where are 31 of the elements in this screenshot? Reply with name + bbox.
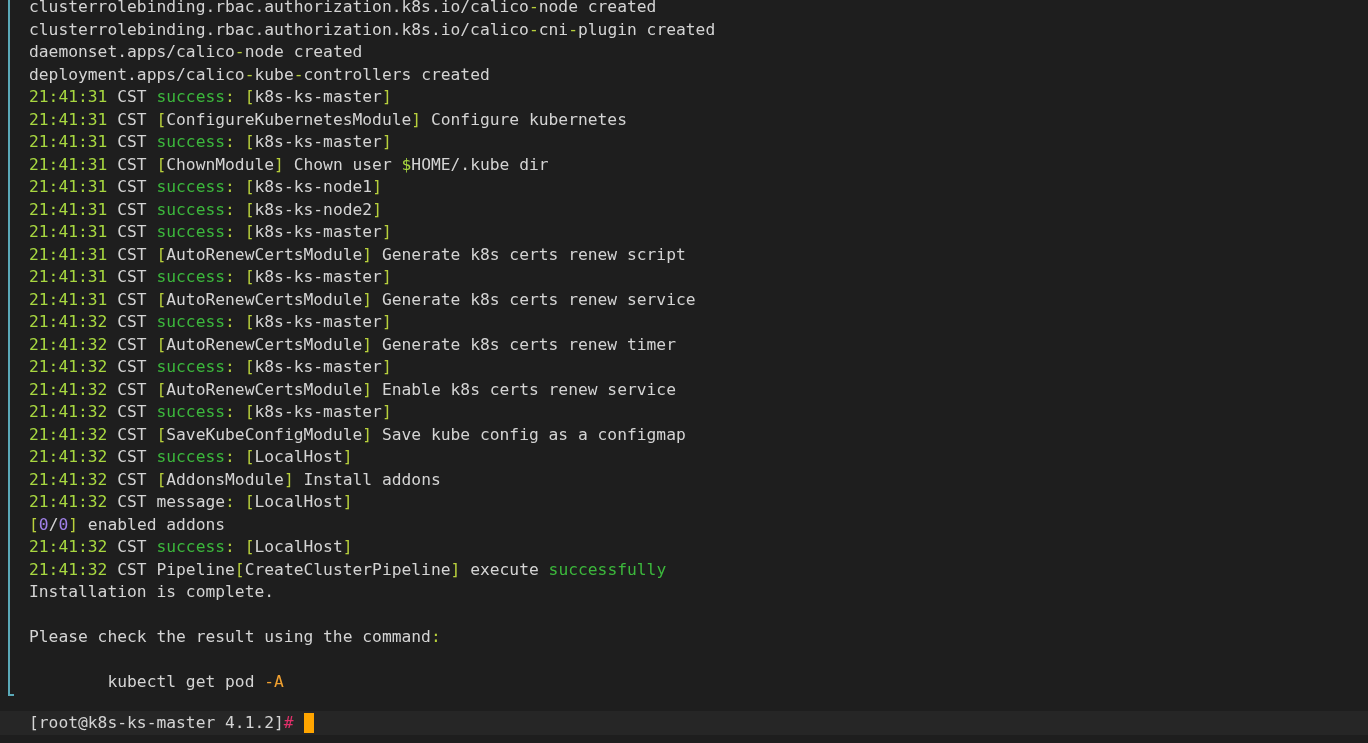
terminal-line: 21:41:31 CST [ConfigureKubernetesModule] Configure kubernetes [29,108,628,131]
terminal-line: 21:41:31 CST success: [k8s-ks-node1] [29,176,383,198]
terminal-line: 21:41:32 CST [AddonsModule] Install addons [29,468,442,491]
terminal-line: 21:41:32 CST [AutoRenewCertsModule] Generate k8s certs renew timer [29,333,677,356]
terminal-line: deployment.apps/calico-kube-controllers created [29,63,491,86]
terminal-line: [0/0] enabled addons [29,513,227,536]
terminal-line: 21:41:32 CST Pipeline[CreateClusterPipeline] execute successfully [29,558,668,581]
terminal-line: Please check the result using the command: [29,626,442,648]
terminal-line: 21:41:32 CST message: [LocalHost] [29,491,354,513]
terminal-line: 21:41:32 CST [AutoRenewCertsModule] Enable k8s certs renew service [29,378,677,401]
terminal-line: clusterrolebinding.rbac.authorization.k8s.io/calico-cni-plugin created [29,18,717,41]
terminal-line: 21:41:32 CST success: [k8s-ks-master] [29,401,393,423]
terminal-line: 21:41:31 CST success: [k8s-ks-master] [29,221,393,243]
terminal-line: 21:41:32 CST success: [LocalHost] [29,446,354,468]
terminal-line: 21:41:32 CST success: [LocalHost] [29,536,354,558]
terminal-line: 21:41:31 CST success: [k8s-ks-master] [29,266,393,288]
terminal-line: 21:41:32 CST [SaveKubeConfigModule] Save kube config as a configmap [29,423,687,446]
terminal-line: 21:41:31 CST [ChownModule] Chown user $HOME/.kube dir [29,153,550,176]
terminal-line: clusterrolebinding.rbac.authorization.k8s.io/calico-node created [29,0,658,18]
terminal-line: Installation is complete. [29,581,276,603]
shell-prompt: [root@k8s-ks-master 4.1.2]# [29,712,294,734]
terminal-line: 21:41:32 CST success: [k8s-ks-master] [29,311,393,333]
text-cursor [303,713,314,733]
terminal-line: 21:41:31 CST [AutoRenewCertsModule] Generate k8s certs renew script [29,243,687,266]
terminal-line: 21:41:32 CST success: [k8s-ks-master] [29,356,393,378]
terminal-line: kubectl get pod -A [106,671,285,693]
terminal-line: 21:41:31 CST [AutoRenewCertsModule] Generate k8s certs renew service [29,288,697,311]
terminal-line: 21:41:31 CST success: [k8s-ks-master] [29,86,393,108]
terminal-line: 21:41:31 CST success: [k8s-ks-master] [29,131,393,153]
terminal-line: 21:41:31 CST success: [k8s-ks-node2] [29,198,383,221]
terminal-line: daemonset.apps/calico-node created [29,41,364,63]
